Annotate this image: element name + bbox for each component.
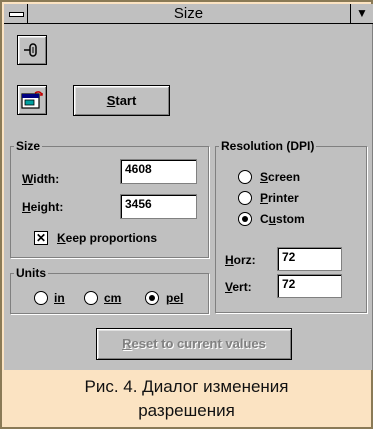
horz-field[interactable]: 72 (277, 247, 342, 271)
vert-field[interactable]: 72 (277, 274, 342, 298)
window-title: Size (173, 5, 204, 22)
resolution-legend: Resolution (DPI) (221, 139, 315, 153)
resolution-printer-label: Printer (260, 191, 299, 205)
resize-tool-button[interactable] (17, 35, 47, 65)
start-label: tart (115, 93, 137, 108)
unit-cm-radio[interactable] (84, 291, 98, 305)
size-dialog: Size ▼ Start Size Width: 4608 Height: 34… (4, 4, 373, 370)
unit-cm-label: cm (104, 291, 122, 305)
reset-button[interactable]: Reset to current values (96, 328, 292, 360)
height-label: Height: (22, 200, 64, 214)
unit-pel-label: pel (166, 291, 184, 305)
width-label: Width: (22, 172, 60, 186)
system-menu-icon[interactable] (4, 4, 28, 23)
keep-proportions-label: Keep proportions (57, 231, 158, 245)
resolution-custom-radio[interactable] (238, 212, 252, 226)
caption-line-2: разрешения (138, 401, 235, 420)
keep-proportions-checkbox[interactable]: ✕ (34, 231, 48, 245)
unit-pel-radio[interactable] (145, 291, 159, 305)
window-preview-icon (21, 91, 43, 109)
unit-in-radio[interactable] (34, 291, 48, 305)
resolution-printer-radio[interactable] (238, 191, 252, 205)
preview-button[interactable] (17, 85, 47, 115)
start-button[interactable]: Start (73, 85, 170, 116)
unit-in-label: in (54, 291, 65, 305)
title-bar: Size ▼ (4, 4, 373, 24)
dropdown-arrow-icon[interactable]: ▼ (350, 4, 373, 23)
height-field[interactable]: 3456 (120, 194, 197, 219)
width-field[interactable]: 4608 (120, 159, 197, 184)
size-legend: Size (16, 139, 41, 153)
figure-caption: Рис. 4. Диалог изменения разрешения (2, 370, 371, 423)
caption-line-1: Рис. 4. Диалог изменения (84, 377, 289, 396)
resolution-screen-label: Screen (260, 170, 301, 184)
horz-label: Horz: (225, 253, 256, 267)
figure-frame: Size ▼ Start Size Width: 4608 Height: 34… (0, 0, 373, 429)
resize-tool-icon (24, 43, 37, 57)
resolution-custom-label: Custom (260, 212, 305, 226)
units-group: Units (10, 266, 209, 314)
vert-label: Vert: (225, 280, 252, 294)
units-legend: Units (16, 266, 46, 280)
resolution-screen-radio[interactable] (238, 170, 252, 184)
